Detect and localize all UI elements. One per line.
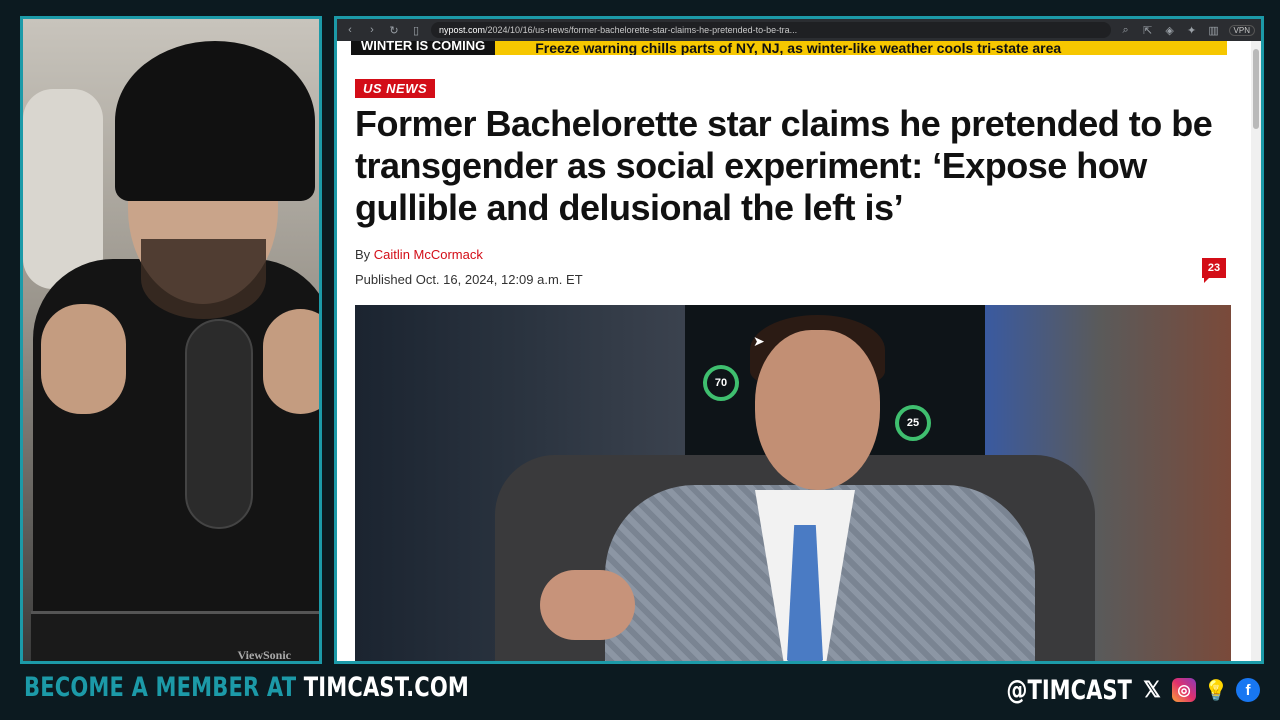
address-bar[interactable]: nypost.com /2024/10/16/us-news/former-ba…: [431, 22, 1111, 38]
facebook-icon: f: [1236, 678, 1260, 702]
ticker-text[interactable]: Freeze warning chills parts of NY, NJ, a…: [495, 41, 1061, 55]
host-beanie: [115, 41, 315, 201]
browser-toolbar: ‹ › ↻ ▯ nypost.com /2024/10/16/us-news/f…: [337, 19, 1261, 41]
url-domain: nypost.com: [439, 25, 486, 35]
ticker-label: WINTER IS COMING: [351, 41, 496, 55]
browser-window: ‹ › ↻ ▯ nypost.com /2024/10/16/us-news/f…: [334, 16, 1264, 664]
microphone: [185, 319, 253, 529]
photo-gauge: 25: [895, 405, 931, 441]
url-path: /2024/10/16/us-news/former-bachelorette-…: [485, 25, 798, 35]
zoom-icon[interactable]: ⌕: [1119, 24, 1133, 37]
lightbulb-icon: 💡: [1203, 679, 1229, 702]
shield-icon[interactable]: ◈: [1163, 24, 1177, 37]
comment-count-badge[interactable]: 23: [1202, 258, 1226, 283]
sidebar-icon[interactable]: ▥: [1207, 24, 1221, 37]
membership-banner: BECOME A MEMBER AT TIMCAST.COM: [24, 672, 469, 708]
share-icon[interactable]: ⇱: [1141, 24, 1155, 37]
forward-icon[interactable]: ›: [365, 24, 379, 36]
byline: By Caitlin McCormack: [355, 247, 483, 262]
article-headline: Former Bachelorette star claims he prete…: [355, 103, 1213, 228]
instagram-icon: ◎: [1172, 678, 1196, 702]
monitor-brand-label: ViewSonic: [237, 648, 291, 662]
mouse-cursor-icon: ➤: [753, 333, 765, 349]
bookmark-icon[interactable]: ▯: [409, 24, 423, 37]
banner-site: TIMCAST.COM: [303, 672, 470, 703]
vpn-button[interactable]: VPN: [1228, 24, 1255, 36]
author-link[interactable]: Caitlin McCormack: [374, 247, 483, 262]
photo-head: [755, 330, 880, 490]
byline-prefix: By: [355, 247, 371, 262]
webcam-chair: [23, 89, 103, 289]
article-page: WINTER IS COMING Freeze warning chills p…: [337, 41, 1261, 661]
article-photo[interactable]: 70 25 79 ➤: [355, 305, 1231, 661]
social-bar: @TIMCAST 𝕏 ◎ 💡 f: [971, 672, 1260, 708]
extensions-icon[interactable]: ✦: [1185, 24, 1199, 37]
news-ticker[interactable]: WINTER IS COMING Freeze warning chills p…: [351, 41, 1227, 55]
x-icon: 𝕏: [1143, 677, 1161, 702]
scrollbar-thumb[interactable]: [1253, 49, 1259, 129]
reload-icon[interactable]: ↻: [387, 24, 401, 37]
back-icon[interactable]: ‹: [343, 24, 357, 36]
webcam-feed: ViewSonic: [20, 16, 322, 664]
section-tag[interactable]: US NEWS: [355, 79, 436, 98]
banner-prefix: BECOME A MEMBER AT: [24, 672, 304, 703]
social-handle: @TIMCAST: [1006, 674, 1132, 706]
page-scrollbar[interactable]: [1251, 41, 1261, 661]
photo-gauge: 70: [703, 365, 739, 401]
host-hand-right: [263, 309, 319, 414]
host-hand-left: [41, 304, 126, 414]
desk-monitor: ViewSonic: [31, 611, 319, 662]
host-beard: [141, 239, 266, 319]
photo-hand: [540, 570, 635, 640]
published-date: Published Oct. 16, 2024, 12:09 a.m. ET: [355, 272, 583, 287]
